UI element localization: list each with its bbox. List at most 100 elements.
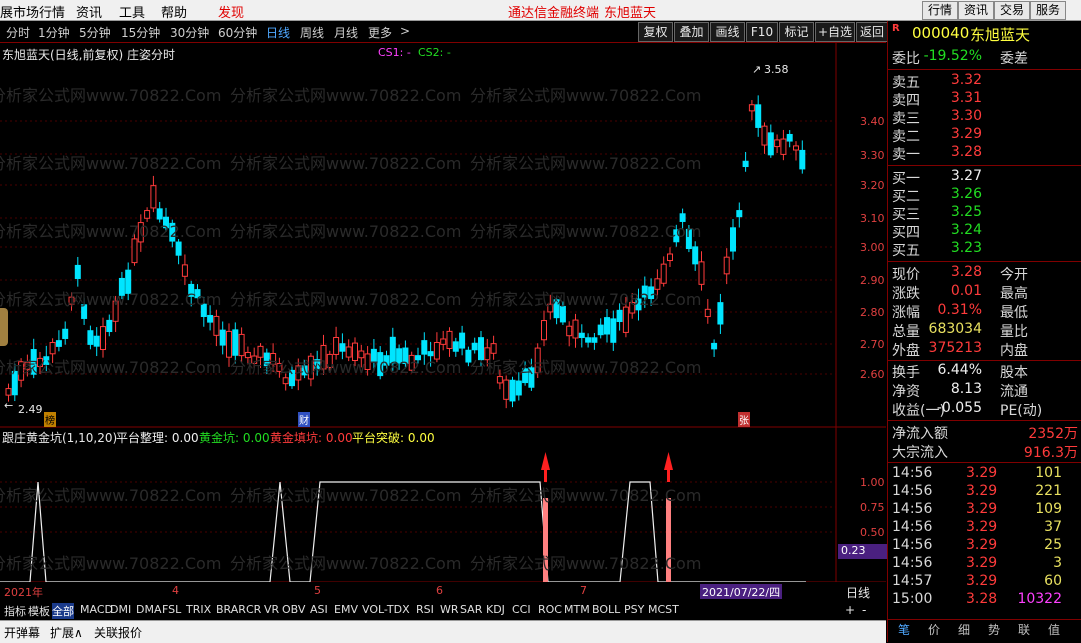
period-more[interactable]: 更多 bbox=[368, 24, 392, 41]
expand-toggle[interactable]: 扩展∧ bbox=[50, 624, 83, 641]
f10-button[interactable]: F10 bbox=[746, 22, 778, 42]
quote-tab[interactable]: 值 bbox=[1048, 621, 1060, 638]
bid-row[interactable]: 买四 3.24 bbox=[892, 222, 1081, 241]
quote-tab[interactable]: 联 bbox=[1018, 621, 1030, 638]
indicator-tab[interactable]: CR bbox=[246, 603, 261, 616]
indicator-tab[interactable]: PSY bbox=[624, 603, 644, 616]
kline-chart-area[interactable]: 东旭蓝天(日线,前复权) 庄姿分时 CS1: - CS2: - 3.58 2.4… bbox=[0, 42, 889, 599]
period-1min[interactable]: 1分钟 bbox=[38, 24, 70, 41]
ask-row[interactable]: 卖五 3.32 bbox=[892, 72, 1081, 91]
stat2-label: 净资 bbox=[892, 384, 920, 400]
candle-body bbox=[169, 222, 176, 242]
candle-body bbox=[81, 304, 88, 319]
period-day[interactable]: 日线 bbox=[266, 24, 290, 41]
date-label: 2021年 bbox=[4, 586, 43, 599]
danmaku-toggle[interactable]: 开弹幕 bbox=[4, 624, 40, 641]
period-week[interactable]: 周线 bbox=[300, 24, 324, 41]
period-5min[interactable]: 5分钟 bbox=[79, 24, 111, 41]
marker-bang[interactable]: 榜 bbox=[44, 412, 56, 427]
candle-body bbox=[358, 350, 365, 359]
related-quote-button[interactable]: 关联报价 bbox=[94, 624, 142, 641]
bid-row[interactable]: 买五 3.23 bbox=[892, 240, 1081, 259]
marker-cai[interactable]: 财 bbox=[298, 412, 310, 427]
candle-body bbox=[339, 343, 346, 352]
overlay-button[interactable]: 叠加 bbox=[674, 22, 709, 42]
tick-time: 15:00 bbox=[892, 591, 933, 607]
indicator-tab[interactable]: KDJ bbox=[486, 603, 505, 616]
candle-body bbox=[604, 317, 610, 335]
zoom-out-button[interactable]: - bbox=[862, 603, 866, 617]
candle-body bbox=[352, 342, 358, 362]
period-30min[interactable]: 30分钟 bbox=[170, 24, 209, 41]
bid-row[interactable]: 买二 3.26 bbox=[892, 186, 1081, 205]
quote-button[interactable]: 行情 bbox=[922, 1, 958, 20]
indicator-breakout-label: 平台突破: 0.00 bbox=[352, 429, 435, 446]
indicator-tab[interactable]: RSI bbox=[416, 603, 434, 616]
indicator-tab[interactable]: DMA bbox=[136, 603, 162, 616]
candle-body bbox=[207, 314, 214, 323]
candle-body bbox=[736, 210, 743, 218]
tick-time: 14:56 bbox=[892, 555, 933, 571]
period-15min[interactable]: 15分钟 bbox=[121, 24, 160, 41]
indicator-tab[interactable]: SAR bbox=[460, 603, 482, 616]
indicator-tab[interactable]: ROC bbox=[538, 603, 562, 616]
quote-tab[interactable]: 笔 bbox=[898, 621, 910, 638]
ask-row[interactable]: 卖二 3.29 bbox=[892, 126, 1081, 145]
indicator-tab[interactable]: EMV bbox=[334, 603, 358, 616]
menu-news[interactable]: 资讯 bbox=[76, 2, 102, 21]
add-watchlist-button[interactable]: +自选 bbox=[815, 22, 855, 42]
weicha-label: 委差 bbox=[1000, 51, 1028, 67]
signal-arrow-icon bbox=[541, 452, 550, 482]
service-button[interactable]: 服务 bbox=[1030, 1, 1066, 20]
draw-line-button[interactable]: 画线 bbox=[710, 22, 745, 42]
menu-help[interactable]: 帮助 bbox=[161, 2, 187, 21]
marker-zhang[interactable]: 张 bbox=[738, 412, 750, 427]
chevron-right-icon[interactable]: > bbox=[400, 24, 410, 38]
indicator-tab[interactable]: VR bbox=[264, 603, 279, 616]
indicator-tab[interactable]: 模板 bbox=[28, 603, 50, 619]
indicator-tab[interactable]: WR bbox=[440, 603, 459, 616]
mark-button[interactable]: 标记 bbox=[779, 22, 814, 42]
indicator-tab[interactable]: DMI bbox=[110, 603, 131, 616]
quote-tab[interactable]: 价 bbox=[928, 621, 940, 638]
indicator-tab[interactable]: MACD bbox=[80, 603, 113, 616]
ask-row[interactable]: 卖三 3.30 bbox=[892, 108, 1081, 127]
period-timeshare[interactable]: 分时 bbox=[6, 24, 30, 41]
left-panel-handle[interactable] bbox=[0, 308, 8, 346]
indicator-tab[interactable]: BRAR bbox=[216, 603, 246, 616]
zoom-in-button[interactable]: + bbox=[845, 603, 855, 617]
quote-tab[interactable]: 细 bbox=[958, 621, 970, 638]
indicator-tab[interactable]: MCST bbox=[648, 603, 679, 616]
indicator-tab[interactable]: FSL bbox=[162, 603, 181, 616]
indicator-tab[interactable]: CCI bbox=[512, 603, 531, 616]
indicator-tab[interactable]: OBV bbox=[282, 603, 305, 616]
candle-body bbox=[478, 337, 484, 361]
ask-row[interactable]: 卖四 3.31 bbox=[892, 90, 1081, 109]
period-month[interactable]: 月线 bbox=[334, 24, 358, 41]
indicator-tab[interactable]: 全部 bbox=[52, 603, 74, 619]
quote-tab[interactable]: 势 bbox=[988, 621, 1000, 638]
bid-row[interactable]: 买一 3.27 bbox=[892, 168, 1081, 187]
tick-price: 3.29 bbox=[966, 465, 998, 481]
back-button[interactable]: 返回 bbox=[856, 22, 888, 42]
menu-discover[interactable]: 发现 bbox=[218, 2, 244, 21]
period-60min[interactable]: 60分钟 bbox=[218, 24, 257, 41]
indicator-tab[interactable]: MTM bbox=[564, 603, 590, 616]
news-button[interactable]: 资讯 bbox=[958, 1, 994, 20]
stat-label: 涨幅 bbox=[892, 305, 920, 321]
flow-value: 916.3万 bbox=[1023, 445, 1078, 461]
indicator-tab[interactable]: ASI bbox=[310, 603, 328, 616]
candle-body bbox=[585, 337, 592, 343]
bid-row[interactable]: 买三 3.25 bbox=[892, 204, 1081, 223]
indicator-tab[interactable]: VOL-TDX bbox=[362, 603, 410, 616]
menu-tools[interactable]: 工具 bbox=[119, 2, 145, 21]
trade-button[interactable]: 交易 bbox=[994, 1, 1030, 20]
indicator-tab[interactable]: BOLL bbox=[592, 603, 620, 616]
tick-row: 15:00 3.28 10322 bbox=[892, 591, 1081, 609]
ask-row[interactable]: 卖一 3.28 bbox=[892, 144, 1081, 163]
indicator-tab[interactable]: TRIX bbox=[186, 603, 211, 616]
indicator-tab[interactable]: 指标 bbox=[4, 603, 26, 619]
candle-body bbox=[181, 264, 188, 277]
menu-market[interactable]: 展市场行情 bbox=[0, 2, 65, 21]
adjust-button[interactable]: 复权 bbox=[638, 22, 673, 42]
